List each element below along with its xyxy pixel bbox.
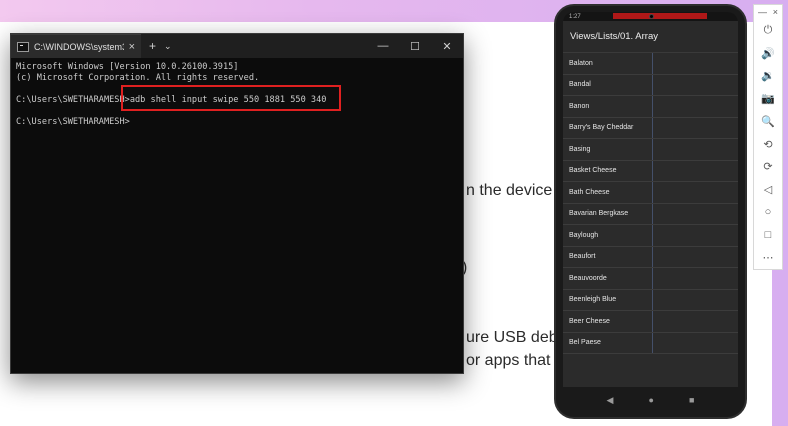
power-icon[interactable]: ⏻ [756, 19, 780, 42]
app-bar: Views/Lists/01. Array [563, 21, 738, 53]
list-item[interactable]: Basket Cheese [563, 161, 738, 182]
list-item[interactable]: Bath Cheese [563, 182, 738, 204]
emulator-close-icon[interactable]: × [773, 7, 778, 17]
list-item[interactable]: Barry's Bay Cheddar [563, 118, 738, 139]
close-button[interactable]: ✕ [431, 34, 463, 58]
phone-emulator: 1:27 Views/Lists/01. Array Balaton Banda… [554, 4, 747, 419]
status-bar: 1:27 [563, 12, 738, 21]
rotate-right-icon[interactable]: ⟳ [756, 155, 780, 178]
emulator-toolbar: — × ⏻ 🔊 🔉 📷 🔍 ⟲ ⟳ ◁ ○ □ ⋯ [753, 4, 783, 270]
cmd-tab-title: C:\WINDOWS\system32\cmd. [34, 41, 124, 52]
cheese-list[interactable]: Balaton Bandal Banon Barry's Bay Cheddar… [563, 53, 738, 354]
command-highlight-box [121, 85, 341, 111]
phone-nav-bar: ◀ ● ■ [563, 387, 738, 413]
volume-down-icon[interactable]: 🔉 [756, 64, 780, 87]
nav-recent-icon[interactable]: ■ [689, 395, 694, 405]
minimize-button[interactable]: — [367, 34, 399, 58]
window-controls: — ☐ ✕ [367, 34, 463, 58]
list-item[interactable]: Beaufort [563, 247, 738, 268]
list-item[interactable]: Beenleigh Blue [563, 290, 738, 311]
list-item[interactable]: Bel Paese [563, 333, 738, 354]
back-icon[interactable]: ◁ [756, 178, 780, 201]
console-line: (c) Microsoft Corporation. All rights re… [16, 73, 260, 83]
zoom-icon[interactable]: 🔍 [756, 110, 780, 133]
emulator-minimize-icon[interactable]: — [758, 7, 767, 17]
app-title: Views/Lists/01. Array [570, 31, 659, 42]
article-text-apps: or apps that d [466, 352, 564, 369]
console-prompt-line: C:\Users\SWETHARAMESH> [16, 117, 130, 127]
status-recording-bar [613, 13, 707, 19]
list-item[interactable]: Bandal [563, 75, 738, 96]
more-icon[interactable]: ⋯ [756, 246, 780, 269]
cmd-window[interactable]: C:\WINDOWS\system32\cmd. × + ⌄ — ☐ ✕ Mic… [10, 33, 464, 374]
list-item[interactable]: Banon [563, 96, 738, 118]
home-icon[interactable]: ○ [756, 201, 780, 224]
terminal-icon [17, 41, 29, 52]
rotate-left-icon[interactable]: ⟲ [756, 133, 780, 156]
console-line: Microsoft Windows [Version 10.0.26100.39… [16, 62, 239, 72]
camera-icon[interactable]: 📷 [756, 87, 780, 110]
list-item[interactable]: Beauvoorde [563, 268, 738, 290]
list-item[interactable]: Baylough [563, 225, 738, 247]
new-tab-icon[interactable]: + [149, 39, 156, 53]
article-text-usb: ure USB deb [466, 329, 558, 346]
chevron-down-icon[interactable]: ⌄ [164, 41, 172, 52]
list-item[interactable]: Beer Cheese [563, 311, 738, 333]
list-item[interactable]: Balaton [563, 53, 738, 75]
nav-back-icon[interactable]: ◀ [607, 395, 614, 406]
nav-home-icon[interactable]: ● [649, 395, 654, 405]
list-item[interactable]: Bavarian Bergkase [563, 204, 738, 225]
status-time: 1:27 [569, 13, 581, 20]
volume-up-icon[interactable]: 🔊 [756, 42, 780, 65]
emulator-toolbar-header: — × [754, 5, 782, 19]
maximize-button[interactable]: ☐ [399, 34, 431, 58]
cmd-tab[interactable]: C:\WINDOWS\system32\cmd. × [11, 34, 141, 58]
close-tab-icon[interactable]: × [129, 41, 135, 53]
list-item[interactable]: Basing [563, 139, 738, 161]
phone-screen[interactable]: 1:27 Views/Lists/01. Array Balaton Banda… [563, 12, 738, 387]
camera-icon [649, 14, 654, 19]
cmd-titlebar[interactable]: C:\WINDOWS\system32\cmd. × + ⌄ — ☐ ✕ [11, 34, 463, 58]
article-text-device: n the device [466, 182, 553, 199]
overview-icon[interactable]: □ [756, 224, 780, 247]
